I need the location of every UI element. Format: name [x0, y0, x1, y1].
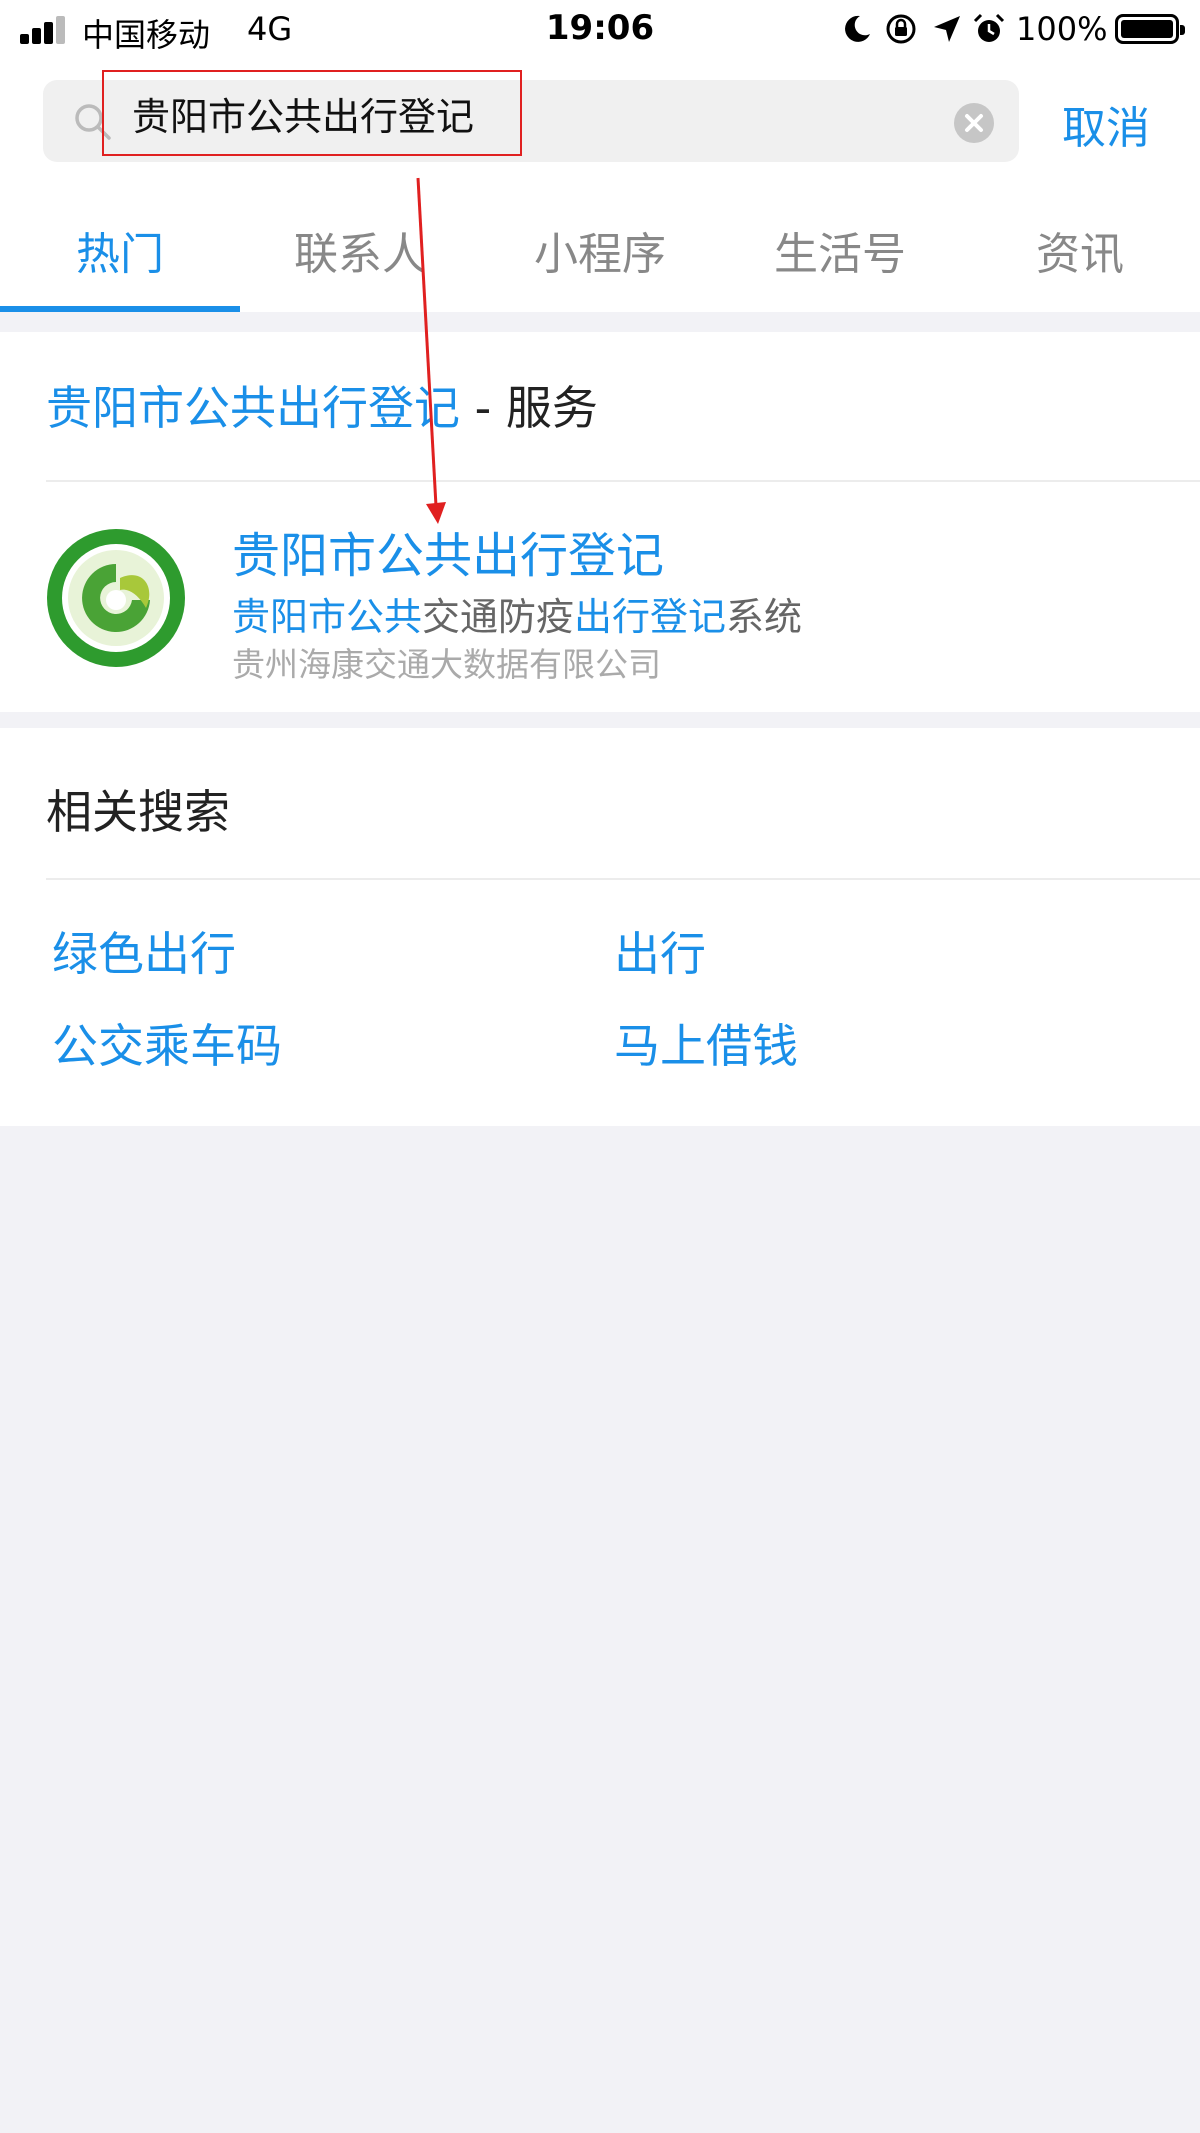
section-title-suffix: - 服务 — [460, 381, 598, 435]
divider — [46, 878, 1200, 880]
cancel-button[interactable]: 取消 — [1062, 92, 1150, 156]
divider — [46, 480, 1200, 482]
battery-percent: 100% — [1016, 10, 1108, 48]
tab-hot[interactable]: 热门 — [0, 218, 240, 282]
clear-search-icon[interactable] — [953, 102, 995, 144]
result-app-description: 贵阳市公共交通防疫出行登记系统 — [232, 586, 802, 641]
related-search-item[interactable]: 出行 — [614, 918, 706, 984]
tab-contacts[interactable]: 联系人 — [240, 218, 480, 282]
section-title-highlight: 贵阳市公共出行登记 — [46, 381, 460, 435]
moon-icon — [845, 15, 870, 42]
battery-icon — [1115, 14, 1185, 44]
status-bar: 中国移动 4G 19:06 100% — [0, 0, 1200, 58]
result-app-name[interactable]: 贵阳市公共出行登记 — [232, 516, 664, 586]
tab-news[interactable]: 资讯 — [960, 218, 1200, 282]
tab-life-accounts[interactable]: 生活号 — [720, 218, 960, 282]
related-searches-title: 相关搜索 — [46, 785, 230, 839]
desc-highlight: 出行登记 — [574, 595, 727, 639]
result-app-company: 贵州海康交通大数据有限公司 — [232, 645, 661, 684]
section-title: 贵阳市公共出行登记 - 服务 — [46, 372, 598, 438]
active-tab-indicator — [0, 306, 240, 312]
orientation-lock-icon — [886, 14, 916, 44]
tab-bar: 热门 联系人 小程序 生活号 资讯 — [0, 200, 1200, 312]
alarm-icon — [973, 13, 1005, 42]
service-results-section: 贵阳市公共出行登记 - 服务 贵阳市公共出行登记 贵阳市公共交通防疫出行登记系统… — [0, 332, 1200, 712]
location-icon — [934, 16, 960, 42]
tab-mini-programs[interactable]: 小程序 — [480, 218, 720, 282]
app-logo — [47, 529, 185, 667]
related-searches-section: 相关搜索 绿色出行 出行 公交乘车码 马上借钱 — [0, 728, 1200, 1126]
desc-text: 交通防疫 — [422, 595, 575, 639]
related-search-item[interactable]: 公交乘车码 — [52, 1010, 282, 1076]
related-search-item[interactable]: 绿色出行 — [52, 918, 236, 984]
desc-highlight: 贵阳市公共 — [232, 595, 423, 639]
related-search-item[interactable]: 马上借钱 — [614, 1010, 798, 1076]
desc-text: 系统 — [726, 595, 803, 639]
search-input[interactable] — [102, 70, 522, 156]
